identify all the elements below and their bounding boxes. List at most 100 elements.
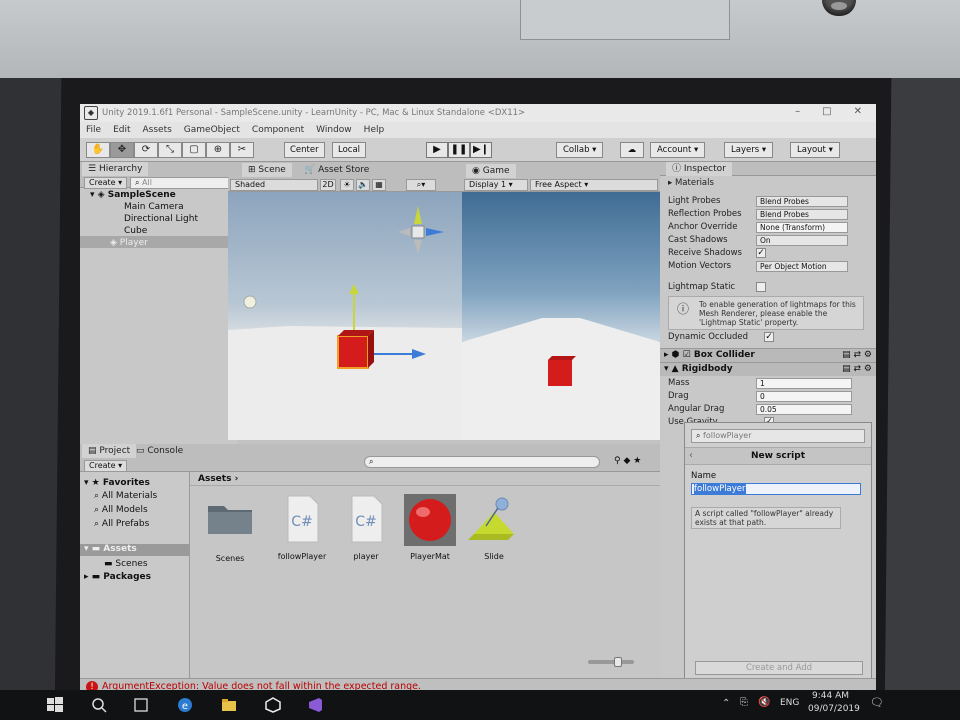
dynamic-occluded-checkbox[interactable]: ✓ bbox=[764, 332, 774, 342]
menu-edit[interactable]: Edit bbox=[113, 125, 130, 135]
windows-start-icon[interactable] bbox=[46, 696, 64, 714]
inspector-tab[interactable]: ⓘ Inspector bbox=[666, 162, 732, 176]
asset-slide-physics-material[interactable]: Slide bbox=[464, 494, 524, 561]
rigidbody-header[interactable]: ▾ ▲ Rigidbody ▤ ⇄ ⚙ bbox=[660, 362, 876, 376]
custom-tool-icon[interactable]: ✂ bbox=[230, 142, 254, 158]
play-icon[interactable]: ▶ bbox=[426, 142, 448, 158]
pivot-local-button[interactable]: Local bbox=[332, 142, 367, 158]
hierarchy-create-button[interactable]: Create ▾ bbox=[84, 177, 128, 189]
receive-shadows-checkbox[interactable]: ✓ bbox=[756, 248, 766, 258]
menu-assets[interactable]: Assets bbox=[143, 125, 172, 135]
motion-vectors-dropdown[interactable]: Per Object Motion bbox=[756, 261, 848, 272]
layout-dropdown[interactable]: Layout ▾ bbox=[790, 142, 840, 158]
anchor-override-field[interactable]: None (Transform) bbox=[756, 222, 848, 233]
move-tool-icon[interactable]: ✥ bbox=[110, 142, 134, 158]
component-search-input[interactable]: ⌕ followPlayer bbox=[691, 429, 865, 443]
component-settings-icon[interactable]: ▤ ⇄ ⚙ bbox=[842, 350, 872, 360]
packages-folder[interactable]: ▸ ▬ Packages bbox=[84, 572, 151, 582]
favorite-all-prefabs[interactable]: ⌕ All Prefabs bbox=[94, 519, 149, 529]
rect-tool-icon[interactable]: ▢ bbox=[182, 142, 206, 158]
edge-browser-icon[interactable]: e bbox=[176, 696, 194, 714]
menu-component[interactable]: Component bbox=[252, 125, 304, 135]
layers-dropdown[interactable]: Layers ▾ bbox=[724, 142, 774, 158]
cloud-icon[interactable]: ☁ bbox=[620, 142, 644, 158]
asset-playermat-material[interactable]: PlayerMat bbox=[400, 494, 460, 561]
shading-mode-dropdown[interactable]: Shaded bbox=[230, 179, 318, 191]
maximize-icon[interactable]: □ bbox=[822, 106, 831, 117]
favorite-all-materials[interactable]: ⌕ All Materials bbox=[94, 491, 157, 501]
create-and-add-button[interactable]: Create and Add bbox=[695, 661, 863, 675]
clock-date[interactable]: 09/07/2019 bbox=[808, 704, 860, 714]
assets-breadcrumb[interactable]: Assets › bbox=[190, 472, 660, 486]
menu-file[interactable]: File bbox=[86, 125, 101, 135]
unity-taskbar-icon[interactable] bbox=[264, 696, 282, 714]
hierarchy-item-directional-light[interactable]: Directional Light bbox=[124, 214, 198, 224]
hierarchy-tab[interactable]: ☰ Hierarchy bbox=[82, 162, 149, 176]
scene-tab[interactable]: ⊞ Scene bbox=[242, 163, 292, 177]
hierarchy-item-main-camera[interactable]: Main Camera bbox=[124, 202, 184, 212]
mode-2d-toggle[interactable]: 2D bbox=[320, 179, 336, 191]
favorites-folder[interactable]: ▾ ★ Favorites bbox=[84, 478, 150, 488]
angular-drag-field[interactable]: 0.05 bbox=[756, 404, 852, 415]
hand-tool-icon[interactable]: ✋ bbox=[86, 142, 110, 158]
scale-tool-icon[interactable]: ⤡ bbox=[158, 142, 182, 158]
reflection-probes-dropdown[interactable]: Blend Probes bbox=[756, 209, 848, 220]
scenes-subfolder[interactable]: ▬ Scenes bbox=[104, 559, 148, 569]
box-collider-header[interactable]: ▸ ⬢ ☑ Box Collider ▤ ⇄ ⚙ bbox=[660, 348, 876, 362]
assets-folder-selected[interactable]: ▾ ▬ Assets bbox=[80, 544, 190, 556]
project-tab[interactable]: ▤ Project bbox=[82, 444, 137, 458]
gizmos-dropdown-icon[interactable]: ⌕▾ bbox=[406, 179, 436, 191]
asset-scenes-folder[interactable]: Scenes bbox=[200, 498, 260, 563]
project-create-button[interactable]: Create ▾ bbox=[84, 460, 128, 472]
rigidbody-settings-icon[interactable]: ▤ ⇄ ⚙ bbox=[842, 364, 872, 374]
script-name-input[interactable]: followPlayer bbox=[691, 483, 861, 495]
clock-time[interactable]: 9:44 AM bbox=[812, 691, 849, 701]
asset-followplayer-script[interactable]: C# followPlayer bbox=[272, 494, 332, 561]
asset-player-script[interactable]: C# player bbox=[336, 494, 396, 561]
step-icon[interactable]: ▶❙ bbox=[470, 142, 492, 158]
language-indicator[interactable]: ENG bbox=[780, 698, 799, 708]
game-tab[interactable]: ◉ Game bbox=[466, 164, 516, 178]
collab-dropdown[interactable]: Collab ▾ bbox=[556, 142, 604, 158]
hierarchy-item-player[interactable]: ◈ Player bbox=[110, 238, 148, 248]
minimize-icon[interactable]: – bbox=[795, 106, 800, 117]
volume-muted-icon[interactable]: 🔇 bbox=[758, 697, 770, 708]
pause-icon[interactable]: ❚❚ bbox=[448, 142, 470, 158]
favorite-all-models[interactable]: ⌕ All Models bbox=[94, 505, 148, 515]
lighting-toggle-icon[interactable]: ☀ bbox=[340, 179, 354, 191]
project-search-input[interactable]: ⌕ bbox=[364, 456, 600, 468]
account-dropdown[interactable]: Account ▾ bbox=[650, 142, 706, 158]
menu-help[interactable]: Help bbox=[364, 125, 385, 135]
task-view-icon[interactable] bbox=[132, 696, 150, 714]
hierarchy-search-input[interactable]: ⌕ All bbox=[130, 177, 232, 189]
visual-studio-icon[interactable] bbox=[306, 696, 324, 714]
menu-gameobject[interactable]: GameObject bbox=[184, 125, 240, 135]
mass-field[interactable]: 1 bbox=[756, 378, 852, 389]
hierarchy-scene-root[interactable]: ▾ ◈ SampleScene bbox=[90, 190, 176, 200]
cast-shadows-dropdown[interactable]: On bbox=[756, 235, 848, 246]
drag-field[interactable]: 0 bbox=[756, 391, 852, 402]
network-icon[interactable]: ⎘ bbox=[740, 697, 748, 708]
light-probes-dropdown[interactable]: Blend Probes bbox=[756, 196, 848, 207]
close-icon[interactable]: ✕ bbox=[854, 106, 862, 117]
tray-overflow-icon[interactable]: ⌃ bbox=[722, 698, 730, 709]
scene-viewport[interactable] bbox=[228, 192, 462, 440]
asset-store-tab[interactable]: 🛒 Asset Store bbox=[298, 163, 375, 177]
display-dropdown[interactable]: Display 1 ▾ bbox=[464, 179, 528, 191]
hierarchy-item-cube[interactable]: Cube bbox=[124, 226, 147, 236]
file-explorer-icon[interactable] bbox=[220, 696, 238, 714]
project-filter-icons[interactable]: ⚲ ◆ ★ bbox=[614, 456, 641, 466]
menu-window[interactable]: Window bbox=[316, 125, 352, 135]
rotate-tool-icon[interactable]: ⟳ bbox=[134, 142, 158, 158]
search-icon[interactable] bbox=[90, 696, 108, 714]
lightmap-static-checkbox[interactable] bbox=[756, 282, 766, 292]
audio-toggle-icon[interactable]: 🔈 bbox=[356, 179, 370, 191]
game-viewport[interactable] bbox=[462, 192, 660, 440]
notifications-icon[interactable]: 🗨 bbox=[870, 696, 884, 709]
icon-size-slider[interactable] bbox=[588, 657, 634, 667]
pivot-center-button[interactable]: Center bbox=[284, 142, 325, 158]
aspect-dropdown[interactable]: Free Aspect ▾ bbox=[530, 179, 658, 191]
icon-size-slider-handle[interactable] bbox=[614, 657, 622, 667]
effects-toggle-icon[interactable]: ▦ bbox=[372, 179, 386, 191]
console-tab[interactable]: ▭ Console bbox=[130, 444, 189, 458]
